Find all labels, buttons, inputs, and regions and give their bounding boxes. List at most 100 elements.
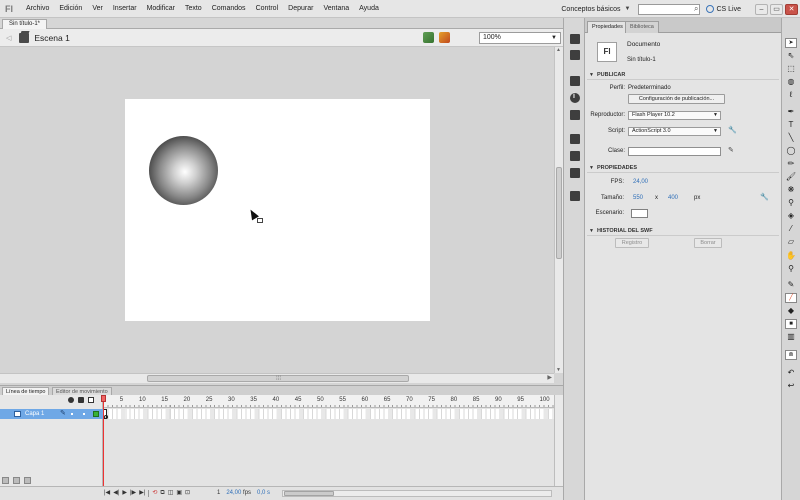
eye-icon[interactable] xyxy=(68,397,74,403)
selection-tool-icon[interactable]: ➤ xyxy=(785,38,797,48)
project-panel-icon[interactable] xyxy=(570,191,580,201)
menu-texto[interactable]: Texto xyxy=(180,0,207,18)
class-input[interactable] xyxy=(628,147,721,156)
section-swf-history[interactable]: ▼ HISTORIAL DEL SWF xyxy=(587,226,779,236)
free-transform-tool-icon[interactable]: ⬚ xyxy=(785,64,797,74)
publish-settings-button[interactable]: Configuración de publicación... xyxy=(628,94,725,104)
subselection-tool-icon[interactable]: ⇖ xyxy=(785,51,797,61)
wrench-icon[interactable]: 🔧 xyxy=(728,127,737,134)
lock-icon[interactable] xyxy=(78,397,84,403)
stage-color-swatch[interactable] xyxy=(631,209,648,218)
menu-insertar[interactable]: Insertar xyxy=(108,0,142,18)
scroll-thumb[interactable] xyxy=(284,491,334,496)
fill-bucket-icon[interactable]: ◆ xyxy=(785,306,797,316)
tab-library[interactable]: Biblioteca xyxy=(625,21,659,33)
tab-properties[interactable]: Propiedades xyxy=(587,21,628,33)
fill-color-icon[interactable]: ╱ xyxy=(785,293,797,303)
bone-tool-icon[interactable]: ⚲ xyxy=(785,198,797,208)
frame-ruler[interactable]: 1510152025303540455055606570758085909510… xyxy=(103,395,554,408)
menu-edicion[interactable]: Edición xyxy=(54,0,87,18)
oval-tool-icon[interactable]: ◯ xyxy=(785,146,797,156)
straighten-icon[interactable]: ↩ xyxy=(785,381,797,391)
zoom-tool-icon[interactable]: ⚲ xyxy=(785,264,797,274)
new-layer-icon[interactable] xyxy=(2,477,9,484)
section-properties[interactable]: ▼ PROPIEDADES xyxy=(587,163,779,173)
first-frame-icon[interactable]: |◀ xyxy=(104,490,110,497)
prev-frame-icon[interactable]: ◀| xyxy=(113,490,119,497)
pencil-icon[interactable]: ✎ xyxy=(728,147,734,154)
color-panel-icon[interactable] xyxy=(570,34,580,44)
stage-vertical-scrollbar[interactable]: ▲ ▼ xyxy=(554,47,563,373)
frame-rate[interactable]: 24,00 xyxy=(226,490,241,496)
menu-ver[interactable]: Ver xyxy=(87,0,108,18)
scroll-thumb[interactable]: ⁞⁞⁞ xyxy=(147,375,409,382)
zoom-select[interactable]: 100% ▼ xyxy=(479,32,561,44)
scene-label[interactable]: Escena 1 xyxy=(34,33,69,43)
info-panel-icon[interactable] xyxy=(570,93,580,103)
maximize-button[interactable]: ▭ xyxy=(770,3,783,15)
stage[interactable] xyxy=(125,99,430,321)
play-icon[interactable]: ▶ xyxy=(122,490,127,497)
stage-horizontal-scrollbar[interactable]: ⁞⁞⁞ ▶ xyxy=(0,373,554,383)
edit-symbols-icon[interactable] xyxy=(439,32,450,43)
menu-ventana[interactable]: Ventana xyxy=(318,0,354,18)
help-search-input[interactable]: ⌕ xyxy=(638,3,701,15)
motion-presets-icon[interactable] xyxy=(570,168,580,178)
stage-area[interactable]: ▲ ▼ ⁞⁞⁞ ▶ xyxy=(0,47,563,383)
timeline-vertical-scrollbar[interactable] xyxy=(554,395,563,486)
paint-bucket-tool-icon[interactable]: ◈ xyxy=(785,211,797,221)
transform-panel-icon[interactable] xyxy=(570,110,580,120)
outline-icon[interactable] xyxy=(88,397,94,403)
fps-value[interactable]: 24,00 xyxy=(633,179,648,185)
align-panel-icon[interactable] xyxy=(570,76,580,86)
menu-comandos[interactable]: Comandos xyxy=(207,0,251,18)
scroll-down-icon[interactable]: ▼ xyxy=(556,367,561,373)
onion-markers-icon[interactable]: ⊡ xyxy=(185,490,190,497)
stroke-color-icon[interactable]: ✎ xyxy=(785,280,797,290)
script-select[interactable]: ActionScript 3.0 ▼ xyxy=(628,127,721,136)
eraser-tool-icon[interactable]: ▱ xyxy=(785,237,797,247)
hand-tool-icon[interactable]: ✋ xyxy=(785,251,797,261)
section-publish[interactable]: ▼ PUBLICAR xyxy=(587,70,779,80)
close-button[interactable]: ✕ xyxy=(785,3,798,15)
smooth-icon[interactable]: ↶ xyxy=(785,368,797,378)
playhead[interactable] xyxy=(101,395,106,486)
swap-colors-icon[interactable]: ■ xyxy=(785,319,797,329)
workspace-switcher[interactable]: Conceptos básicos xyxy=(557,6,624,13)
onion-outline-icon[interactable]: ◫ xyxy=(168,490,174,497)
playhead-handle[interactable] xyxy=(101,395,106,402)
3d-rotation-tool-icon[interactable]: ◍ xyxy=(785,77,797,87)
current-frame[interactable]: 1 xyxy=(217,490,220,497)
center-frame-icon[interactable]: ⟲ xyxy=(152,490,157,497)
edit-multiple-icon[interactable]: ▣ xyxy=(176,490,182,497)
scroll-thumb[interactable] xyxy=(556,167,562,259)
new-folder-icon[interactable] xyxy=(13,477,20,484)
menu-archivo[interactable]: Archivo xyxy=(21,0,54,18)
cs-live-button[interactable]: CS Live xyxy=(706,5,741,13)
deco-tool-icon[interactable]: ❋ xyxy=(785,185,797,195)
frame-row[interactable] xyxy=(103,409,554,419)
code-snippets-icon[interactable] xyxy=(570,134,580,144)
delete-layer-icon[interactable] xyxy=(24,477,31,484)
menu-depurar[interactable]: Depurar xyxy=(283,0,318,18)
onion-skin-icon[interactable]: ⧉ xyxy=(160,490,164,497)
stage-height[interactable]: 400 xyxy=(668,195,678,201)
lasso-tool-icon[interactable]: ℓ xyxy=(785,90,797,100)
layer-outline-color-icon[interactable] xyxy=(93,411,99,417)
timeline-horizontal-scrollbar[interactable] xyxy=(282,490,552,497)
log-button[interactable]: Registro xyxy=(615,238,649,248)
brush-tool-icon[interactable]: 🖌 xyxy=(785,172,797,182)
next-frame-icon[interactable]: |▶ xyxy=(130,490,136,497)
snap-to-objects-icon[interactable]: ⋒ xyxy=(785,350,797,360)
swatches-panel-icon[interactable] xyxy=(570,50,580,60)
components-panel-icon[interactable] xyxy=(570,151,580,161)
layer-name[interactable]: Capa 1 xyxy=(25,409,44,419)
chevron-down-icon[interactable]: ▼ xyxy=(625,6,631,12)
menu-ayuda[interactable]: Ayuda xyxy=(354,0,384,18)
gradient-circle-shape[interactable] xyxy=(149,136,218,205)
eyedropper-tool-icon[interactable]: ⁄ xyxy=(785,224,797,234)
line-tool-icon[interactable]: ╲ xyxy=(785,133,797,143)
text-tool-icon[interactable]: T xyxy=(785,120,797,130)
frame-grid[interactable]: 1510152025303540455055606570758085909510… xyxy=(101,395,554,486)
object-drawing-icon[interactable]: ▥ xyxy=(785,332,797,342)
